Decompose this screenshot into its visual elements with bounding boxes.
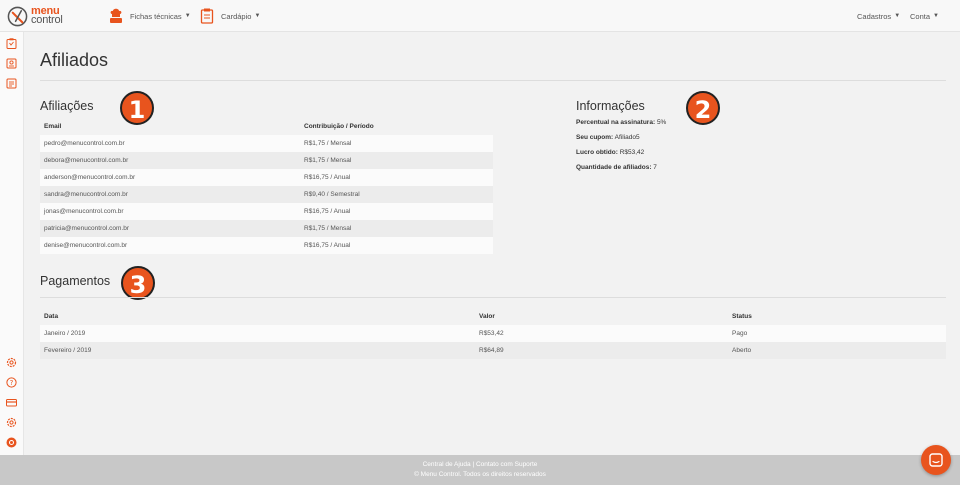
contribution-cell: R$16,75 / Anual: [300, 203, 493, 220]
contribution-cell: R$1,75 / Mensal: [300, 135, 493, 152]
report-icon[interactable]: [6, 78, 17, 89]
menu-card-icon: [200, 8, 214, 24]
date-cell: Fevereiro / 2019: [40, 342, 475, 359]
contribution-cell: R$1,75 / Mensal: [300, 220, 493, 237]
affiliations-table: Email Contribuição / Período pedro@menuc…: [40, 118, 493, 254]
settings-icon[interactable]: [6, 357, 17, 368]
gear-icon[interactable]: [6, 417, 17, 428]
info-value: 5%: [656, 119, 667, 126]
step-badge: 2: [686, 91, 720, 125]
recipe-sheet-icon[interactable]: [6, 38, 17, 49]
footer-links[interactable]: Central de Ajuda | Contato com Suporte: [0, 460, 960, 470]
contribution-cell: R$1,75 / Mensal: [300, 152, 493, 169]
nav-label: Fichas técnicas: [130, 11, 182, 21]
menu-book-icon[interactable]: [6, 58, 17, 69]
svg-text:?: ?: [10, 379, 14, 387]
step-badge: 3: [121, 266, 155, 300]
chevron-down-icon: ▼: [254, 13, 261, 19]
payments-table: Data Valor Status Janeiro / 2019 R$53,42 P…: [40, 308, 946, 359]
email-cell: patricia@menucontrol.com.br: [40, 220, 300, 237]
left-sidebar: ?: [0, 32, 24, 455]
payment-card-icon[interactable]: [6, 397, 17, 408]
table-row: sandra@menucontrol.com.br R$9,40 / Semest…: [40, 186, 493, 203]
date-cell: Janeiro / 2019: [40, 325, 475, 342]
table-row: Janeiro / 2019 R$53,42 Pago: [40, 325, 946, 342]
info-value: 7: [653, 164, 657, 171]
divider: [40, 297, 946, 298]
page-title: Afiliados: [40, 50, 109, 70]
status-cell: Pago: [728, 325, 946, 342]
email-cell: pedro@menucontrol.com.br: [40, 135, 300, 152]
info-label: Percentual na assinatura:: [576, 119, 656, 126]
affiliations-title: Afiliações: [40, 99, 94, 113]
nav-label: Cadastros: [857, 11, 892, 21]
top-navbar: menu control Fichas técnicas ▼ Cardápio ▼…: [0, 0, 960, 32]
info-value: R$53,42: [619, 149, 645, 156]
contribution-cell: R$16,75 / Anual: [300, 169, 493, 186]
contribution-cell: R$16,75 / Anual: [300, 237, 493, 254]
table-row: patricia@menucontrol.com.br R$1,75 / Mens…: [40, 220, 493, 237]
info-profit: Lucro obtido: R$53,42: [576, 149, 644, 156]
footer-copyright: © Menu Control. Todos os direitos reserv…: [414, 471, 546, 478]
column-header: Status: [732, 313, 752, 320]
info-title: Informações: [576, 99, 645, 113]
info-label: Seu cupom:: [576, 134, 614, 141]
chevron-down-icon: ▼: [894, 13, 901, 19]
info-count: Quantidade de afiliados: 7: [576, 164, 657, 171]
chevron-down-icon: ▼: [933, 13, 939, 19]
email-cell: anderson@menucontrol.com.br: [40, 169, 300, 186]
nav-label: Conta: [910, 11, 931, 21]
payments-title: Pagamentos: [40, 274, 111, 288]
chat-icon: [929, 453, 943, 467]
column-header: Valor: [479, 313, 495, 320]
email-cell: debora@menucontrol.com.br: [40, 152, 300, 169]
nav-cardapio[interactable]: Cardápio ▼: [200, 0, 260, 32]
table-header-row: Email Contribuição / Período: [40, 118, 493, 135]
info-coupon: Seu cupom: Afiliado5: [576, 134, 640, 141]
column-header: Email: [44, 123, 62, 130]
info-percent: Percentual na assinatura: 5%: [576, 119, 666, 126]
logo-mark-icon: [7, 6, 28, 26]
help-icon[interactable]: ?: [6, 377, 17, 388]
table-row: jonas@menucontrol.com.br R$16,75 / Anual: [40, 203, 493, 220]
nav-conta[interactable]: Conta ▼: [910, 0, 939, 32]
contribution-cell: R$9,40 / Semestral: [300, 186, 493, 203]
value-cell: R$64,89: [475, 342, 728, 359]
info-label: Quantidade de afiliados:: [576, 164, 652, 171]
info-value: Afiliado5: [614, 134, 640, 141]
nav-cadastros[interactable]: Cadastros ▼: [857, 0, 900, 32]
logo[interactable]: menu control: [7, 5, 63, 27]
logo-text: menu control: [31, 5, 63, 26]
info-label: Lucro obtido:: [576, 149, 618, 156]
table-row: Fevereiro / 2019 R$64,89 Aberto: [40, 342, 946, 359]
table-row: anderson@menucontrol.com.br R$16,75 / Anu…: [40, 169, 493, 186]
table-row: debora@menucontrol.com.br R$1,75 / Mensal: [40, 152, 493, 169]
status-cell: Aberto: [728, 342, 946, 359]
value-cell: R$53,42: [475, 325, 728, 342]
power-icon[interactable]: [6, 437, 17, 448]
table-header-row: Data Valor Status: [40, 308, 946, 325]
email-cell: denise@menucontrol.com.br: [40, 237, 300, 254]
email-cell: jonas@menucontrol.com.br: [40, 203, 300, 220]
chat-button[interactable]: [921, 445, 951, 475]
chevron-down-icon: ▼: [184, 13, 191, 19]
table-row: denise@menucontrol.com.br R$16,75 / Anual: [40, 237, 493, 254]
column-header: Data: [44, 313, 59, 320]
nav-fichas-tecnicas[interactable]: Fichas técnicas ▼: [109, 0, 191, 32]
column-header: Contribuição / Período: [304, 123, 374, 130]
main-content: Afiliados Afiliações 1 Email Contribuiçã…: [25, 32, 960, 455]
footer: Central de Ajuda | Contato com Suporte ©…: [0, 455, 960, 485]
divider: [40, 80, 946, 81]
email-cell: sandra@menucontrol.com.br: [40, 186, 300, 203]
chef-hat-icon: [110, 8, 122, 23]
table-row: pedro@menucontrol.com.br R$1,75 / Mensal: [40, 135, 493, 152]
nav-label: Cardápio: [221, 11, 252, 21]
